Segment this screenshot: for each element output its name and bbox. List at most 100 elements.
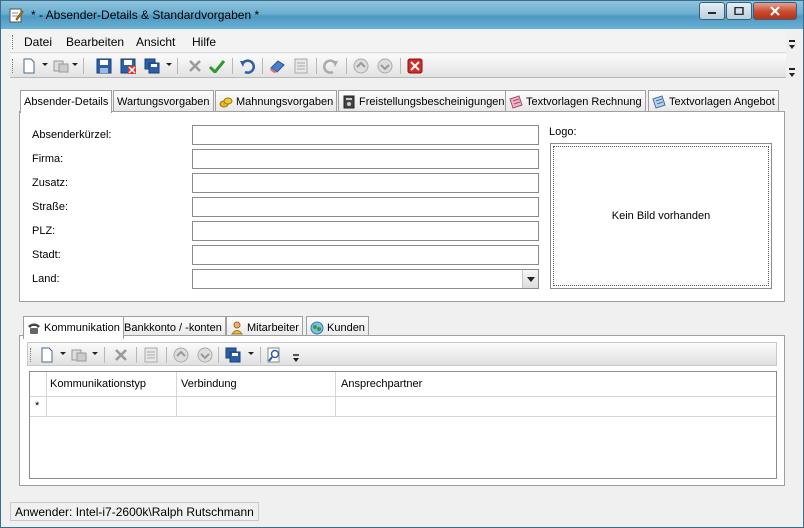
toolbar-separator <box>166 347 167 363</box>
sub-move-down-button[interactable] <box>196 346 214 364</box>
toolbar-separator <box>400 58 401 74</box>
stadt-field[interactable] <box>192 245 539 265</box>
toolbar-grip[interactable] <box>12 59 15 73</box>
tab-label: Bankkonto / -konten <box>124 321 222 334</box>
move-down-button[interactable] <box>376 57 394 75</box>
zusatz-field[interactable] <box>192 173 539 193</box>
sub-copy-dropdown-arrow[interactable] <box>92 352 98 355</box>
redo-icon <box>323 59 338 74</box>
column-verbindung[interactable]: Verbindung <box>181 378 237 390</box>
sub-search-button[interactable] <box>266 346 284 364</box>
sub-save-as-dropdown-arrow[interactable] <box>248 352 254 355</box>
toolbar-grip[interactable] <box>30 348 33 362</box>
tab-freistellungsbescheinigungen[interactable]: Freistellungsbescheinigungen <box>338 90 509 112</box>
cancel-icon <box>189 60 201 72</box>
tab-absender-details[interactable]: Absender-Details <box>20 90 113 113</box>
save-as-dropdown-arrow[interactable] <box>166 63 172 66</box>
toolbar-separator <box>232 58 233 74</box>
erase-icon <box>270 60 285 73</box>
kommunikation-toolbar <box>27 342 777 366</box>
chevron-down-icon[interactable] <box>292 353 300 363</box>
sub-copy-button[interactable] <box>70 346 88 364</box>
tab-kommunikation[interactable]: Kommunikation <box>23 316 124 339</box>
tab-label: Freistellungsbescheinigungen <box>359 95 505 108</box>
column-kommunikationstyp[interactable]: Kommunikationstyp <box>50 378 146 390</box>
tab-mahnungsvorgaben[interactable]: Mahnungsvorgaben <box>215 90 338 112</box>
absenderkuerzel-label: Absenderkürzel: <box>32 129 112 141</box>
strasse-label: Straße: <box>32 201 69 213</box>
menubar-grip[interactable] <box>12 35 15 49</box>
customers-icon <box>310 321 324 334</box>
sub-delete-button[interactable] <box>112 346 130 364</box>
copy-icon <box>71 349 87 362</box>
land-label: Land: <box>32 273 60 285</box>
coins-icon <box>219 97 233 107</box>
menu-bearbeiten[interactable]: Bearbeiten <box>66 35 124 49</box>
redo-button[interactable] <box>322 57 340 75</box>
close-red-icon <box>407 58 423 74</box>
sub-new-button[interactable] <box>38 346 56 364</box>
phone-icon <box>28 323 40 334</box>
down-icon <box>197 347 213 363</box>
new-dropdown-arrow[interactable] <box>42 63 48 66</box>
cancel-icon <box>115 349 127 361</box>
strasse-field[interactable] <box>192 197 539 217</box>
app-window: * - Absender-Details & Standardvorgaben … <box>0 0 804 528</box>
new-icon <box>41 347 53 363</box>
cancel-button[interactable] <box>186 57 204 75</box>
tab-label: Kommunikation <box>44 322 120 334</box>
column-ansprechpartner[interactable]: Ansprechpartner <box>341 378 422 390</box>
land-dropdown-button[interactable] <box>522 270 538 288</box>
copy-button[interactable] <box>52 57 70 75</box>
status-user-panel: Anwender: Intel-i7-2600k\Ralph Rutschman… <box>10 502 259 521</box>
title-bar[interactable]: * - Absender-Details & Standardvorgaben … <box>1 1 803 29</box>
tab-textvorlagen-rechnung[interactable]: Textvorlagen Rechnung <box>505 90 646 112</box>
sub-list-button[interactable] <box>142 346 160 364</box>
tab-label: Mahnungsvorgaben <box>236 95 334 108</box>
person-icon <box>231 321 243 334</box>
copy-icon <box>53 60 69 73</box>
grid-new-row[interactable]: * <box>30 397 776 417</box>
undo-button[interactable] <box>238 57 256 75</box>
firma-field[interactable] <box>192 149 539 169</box>
menu-ansicht[interactable]: Ansicht <box>136 35 175 49</box>
new-button[interactable] <box>20 57 38 75</box>
kommunikation-grid[interactable]: Kommunikationstyp Verbindung Ansprechpar… <box>29 371 777 479</box>
erase-button[interactable] <box>268 57 286 75</box>
tab-wartungsvorgaben[interactable]: Wartungsvorgaben <box>113 90 214 112</box>
close-form-button[interactable] <box>406 57 424 75</box>
land-select[interactable] <box>192 269 539 289</box>
toolbar-separator <box>104 347 105 363</box>
menu-hilfe[interactable]: Hilfe <box>192 35 216 49</box>
maximize-button[interactable] <box>726 2 752 20</box>
logo-picture-box[interactable]: Kein Bild vorhanden <box>550 143 772 289</box>
up-icon <box>173 347 189 363</box>
move-up-button[interactable] <box>352 57 370 75</box>
stadt-label: Stadt: <box>32 249 61 261</box>
close-icon <box>770 6 780 16</box>
sub-move-up-button[interactable] <box>172 346 190 364</box>
save-as-button[interactable] <box>143 57 161 75</box>
minimize-icon <box>708 12 716 14</box>
minimize-button[interactable] <box>699 2 725 20</box>
plz-label: PLZ: <box>32 225 56 237</box>
list-icon <box>144 347 158 363</box>
toolbar-separator <box>316 58 317 74</box>
sub-new-dropdown-arrow[interactable] <box>60 352 66 355</box>
copy-dropdown-arrow[interactable] <box>72 63 78 66</box>
confirm-button[interactable] <box>208 57 226 75</box>
plz-field[interactable] <box>192 221 539 241</box>
window-title: * - Absender-Details & Standardvorgaben … <box>31 8 260 22</box>
save-close-button[interactable] <box>119 57 137 75</box>
save-button[interactable] <box>95 57 113 75</box>
close-button[interactable] <box>753 2 797 20</box>
absenderkuerzel-field[interactable] <box>192 125 539 145</box>
sub-save-as-button[interactable] <box>224 346 242 364</box>
chevron-down-icon <box>789 40 795 77</box>
save-close-icon <box>120 58 136 74</box>
firma-label: Firma: <box>32 153 64 165</box>
list-button[interactable] <box>292 57 310 75</box>
toolbar-overflow[interactable] <box>787 31 797 79</box>
menu-datei[interactable]: Datei <box>24 35 52 49</box>
tab-textvorlagen-angebot[interactable]: Textvorlagen Angebot <box>648 90 779 112</box>
